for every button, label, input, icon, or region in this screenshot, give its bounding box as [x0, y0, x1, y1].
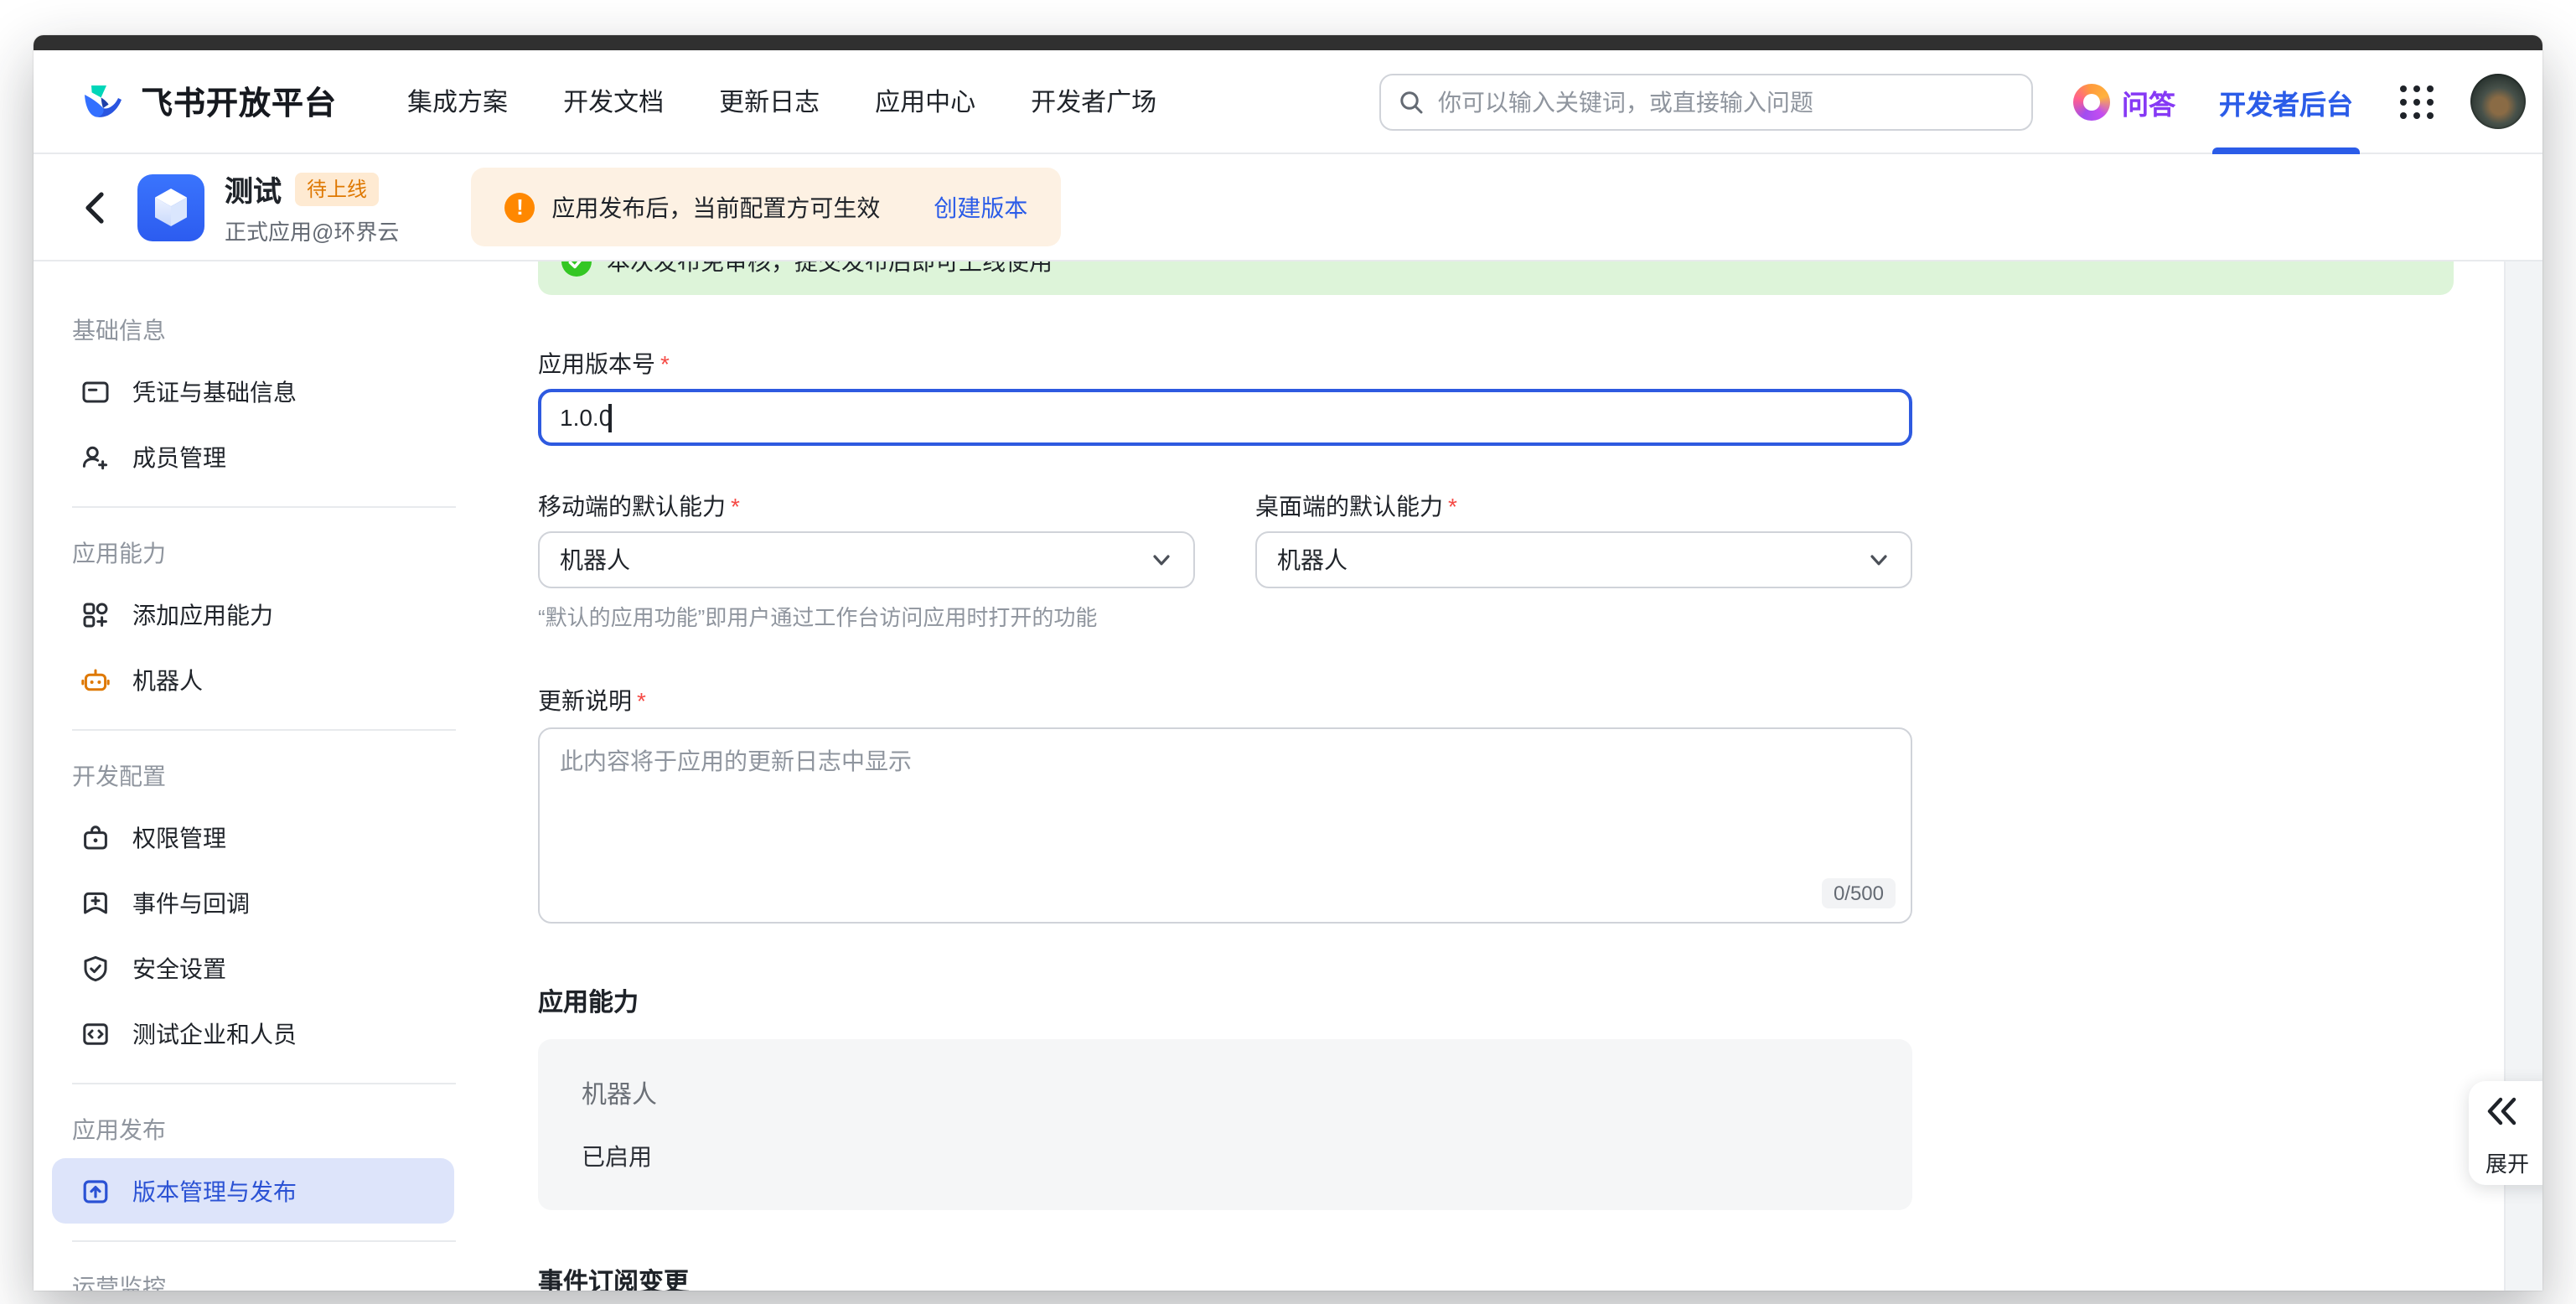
sidebar-item-permissions[interactable]: 权限管理 — [52, 805, 454, 870]
logo-wordmark: 飞书开放平台 — [141, 79, 337, 124]
app-launcher-icon[interactable] — [2397, 81, 2437, 122]
changelog-textarea-wrap: 0/500 — [538, 727, 1912, 924]
capability-name: 机器人 — [582, 1076, 1869, 1111]
nav-item-docs[interactable]: 开发文档 — [563, 84, 664, 119]
tab-developer-console[interactable]: 开发者后台 — [2219, 49, 2353, 153]
char-counter: 0/500 — [1822, 878, 1896, 908]
version-label: 应用版本号* — [538, 347, 2542, 380]
capability-hint: “默认的应用功能”即用户通过工作台访问应用时打开的功能 — [538, 600, 1195, 632]
sidebar-section-monitoring: 运营监控 — [52, 1259, 473, 1291]
nav-item-changelog[interactable]: 更新日志 — [719, 84, 820, 119]
mobile-capability-label: 移动端的默认能力* — [538, 489, 1195, 523]
main-content: 本次发布免审核，提交发布后即可上线使用 应用版本号* 移动端的默认能力* — [473, 261, 2542, 1291]
chevron-left-icon — [83, 190, 105, 224]
changelog-textarea[interactable] — [540, 729, 1911, 883]
notice-text: 应用发布后，当前配置方可生效 — [551, 190, 880, 224]
sidebar-item-test-company[interactable]: 测试企业和人员 — [52, 1001, 454, 1066]
publish-arrow-icon — [80, 1176, 111, 1206]
chevron-down-icon — [1867, 548, 1891, 572]
capability-section-title: 应用能力 — [538, 984, 2542, 1019]
desktop-capability-label: 桌面端的默认能力* — [1255, 489, 1912, 523]
expand-panel-button[interactable]: 展开 — [2469, 1081, 2542, 1185]
search-input[interactable] — [1438, 88, 2015, 115]
sidebar-section-capabilities: 应用能力 — [52, 525, 473, 582]
event-section-title: 事件订阅变更 — [538, 1264, 2542, 1291]
nav-item-solutions[interactable]: 集成方案 — [407, 84, 508, 119]
version-input-wrap — [538, 389, 1912, 446]
expand-label: 展开 — [2485, 1146, 2542, 1178]
warning-icon: ! — [504, 192, 535, 222]
robot-icon — [80, 665, 111, 695]
app-subtitle: 正式应用@环界云 — [225, 215, 399, 246]
sidebar-divider — [72, 1083, 456, 1084]
text-cursor — [608, 404, 611, 432]
sidebar-section-release: 应用发布 — [52, 1101, 473, 1158]
back-button[interactable] — [74, 187, 114, 227]
feishu-logo[interactable]: 飞书开放平台 — [80, 79, 337, 124]
member-add-icon — [80, 442, 111, 472]
event-callback-icon — [80, 887, 111, 918]
sidebar-item-version-release[interactable]: 版本管理与发布 — [52, 1158, 454, 1224]
mobile-capability-select[interactable]: 机器人 — [538, 531, 1195, 588]
nav-item-app-center[interactable]: 应用中心 — [875, 84, 975, 119]
top-navigation: 飞书开放平台 集成方案 开发文档 更新日志 应用中心 开发者广场 问答 — [34, 50, 2542, 154]
sidebar-section-dev-config: 开发配置 — [52, 748, 473, 805]
capability-summary-box: 机器人 已启用 — [538, 1039, 1912, 1210]
credential-card-icon — [80, 376, 111, 406]
sidebar-item-security[interactable]: 安全设置 — [52, 935, 454, 1001]
sidebar-divider — [72, 1240, 456, 1242]
chevron-down-icon — [1150, 548, 1173, 572]
primary-nav: 集成方案 开发文档 更新日志 应用中心 开发者广场 — [407, 84, 1156, 119]
double-chevron-left-icon — [2485, 1096, 2519, 1126]
sidebar-item-add-capability[interactable]: 添加应用能力 — [52, 582, 454, 647]
sidebar-divider — [72, 506, 456, 508]
sidebar-divider — [72, 729, 456, 731]
global-search[interactable] — [1379, 73, 2033, 130]
active-tab-indicator — [2212, 147, 2360, 153]
create-version-link[interactable]: 创建版本 — [934, 190, 1027, 224]
sidebar-item-events[interactable]: 事件与回调 — [52, 870, 454, 935]
capability-selects-row: 移动端的默认能力* 机器人 “默认的应用功能”即用户通过工作台访问应用时打开的功… — [538, 489, 2542, 632]
qa-label: 问答 — [2122, 81, 2175, 122]
shield-check-icon — [80, 953, 111, 983]
app-title-block: 测试 待上线 正式应用@环界云 — [225, 168, 399, 246]
qa-button[interactable]: 问答 — [2073, 81, 2175, 122]
user-avatar[interactable] — [2470, 74, 2526, 129]
version-input[interactable] — [538, 389, 1912, 446]
grid-plus-icon — [80, 599, 111, 629]
capability-status: 已启用 — [582, 1140, 1869, 1173]
app-icon — [137, 173, 204, 241]
nav-item-dev-plaza[interactable]: 开发者广场 — [1031, 84, 1156, 119]
changelog-label: 更新说明* — [538, 684, 2542, 717]
screen: 飞书开放平台 集成方案 开发文档 更新日志 应用中心 开发者广场 问答 — [0, 0, 2576, 1304]
app-name: 测试 — [225, 168, 282, 210]
body-row: 基础信息 凭证与基础信息 成员管理 — [34, 261, 2542, 1291]
banner-text: 本次发布免审核，提交发布后即可上线使用 — [607, 261, 1053, 278]
browser-window: 飞书开放平台 集成方案 开发文档 更新日志 应用中心 开发者广场 问答 — [34, 35, 2542, 1291]
feishu-bird-icon — [80, 79, 126, 124]
briefcase-lock-icon — [80, 822, 111, 852]
desktop-capability-select[interactable]: 机器人 — [1255, 531, 1912, 588]
publish-notice: ! 应用发布后，当前配置方可生效 创建版本 — [471, 168, 1061, 246]
search-icon — [1398, 88, 1425, 115]
success-banner: 本次发布免审核，提交发布后即可上线使用 — [538, 261, 2454, 295]
required-asterisk: * — [660, 350, 670, 377]
sidebar-item-credentials[interactable]: 凭证与基础信息 — [52, 359, 454, 424]
sidebar-item-bot[interactable]: 机器人 — [52, 647, 454, 712]
qa-ring-icon — [2073, 83, 2110, 120]
sidebar: 基础信息 凭证与基础信息 成员管理 — [34, 261, 473, 1291]
sidebar-item-members[interactable]: 成员管理 — [52, 424, 454, 489]
code-box-icon — [80, 1018, 111, 1048]
sidebar-section-basic-info: 基础信息 — [52, 302, 473, 359]
app-header: 测试 待上线 正式应用@环界云 ! 应用发布后，当前配置方可生效 创建版本 — [34, 154, 2542, 261]
check-circle-icon — [561, 261, 592, 277]
status-badge: 待上线 — [295, 172, 379, 205]
window-titlebar — [34, 35, 2542, 50]
